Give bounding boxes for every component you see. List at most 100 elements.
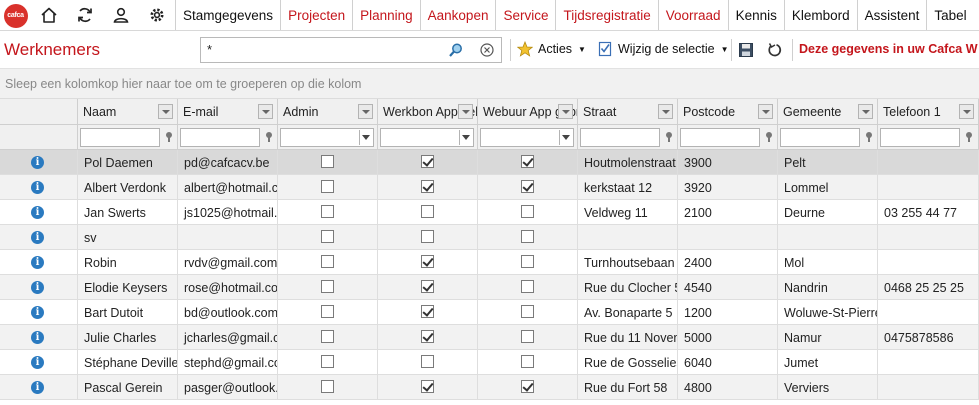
filter-icon[interactable] <box>763 131 775 143</box>
webuur-checkbox[interactable] <box>521 255 534 268</box>
info-icon[interactable]: i <box>31 206 44 219</box>
admin-checkbox[interactable] <box>321 205 334 218</box>
table-row[interactable]: i Stéphane Devillestephd@gmail.com Rue de … <box>0 350 979 375</box>
cell-telefoon[interactable] <box>878 375 979 400</box>
header-telefoon[interactable]: Telefoon 1 <box>878 99 979 125</box>
filter-input[interactable] <box>780 128 860 147</box>
admin-checkbox[interactable] <box>321 180 334 193</box>
cell-email[interactable]: albert@hotmail.com <box>178 175 278 200</box>
column-menu-button[interactable] <box>158 104 173 119</box>
cell-telefoon[interactable] <box>878 250 979 275</box>
cell-telefoon[interactable] <box>878 175 979 200</box>
cell-email[interactable]: rvdv@gmail.com <box>178 250 278 275</box>
column-menu-button[interactable] <box>959 104 974 119</box>
nav-tabel[interactable]: Tabel <box>926 0 973 30</box>
cell-naam[interactable]: Julie Charles <box>78 325 178 350</box>
column-menu-button[interactable] <box>358 104 373 119</box>
filter-select[interactable] <box>380 128 474 147</box>
filter-icon[interactable] <box>863 131 875 143</box>
werkbon-checkbox[interactable] <box>421 205 434 218</box>
column-menu-button[interactable] <box>758 104 773 119</box>
cell-email[interactable]: stephd@gmail.com <box>178 350 278 375</box>
cell-postcode[interactable]: 5000 <box>678 325 778 350</box>
cell-email[interactable]: js1025@hotmail.com <box>178 200 278 225</box>
filter-input[interactable] <box>80 128 160 147</box>
webuur-checkbox[interactable] <box>521 180 534 193</box>
cell-email[interactable]: pd@cafcacv.be <box>178 150 278 175</box>
cell-telefoon[interactable]: 0475878586 <box>878 325 979 350</box>
save-icon[interactable] <box>736 40 756 60</box>
cell-gemeente[interactable]: Lommel <box>778 175 878 200</box>
nav-klembord[interactable]: Klembord <box>783 0 857 30</box>
cell-telefoon[interactable] <box>878 150 979 175</box>
column-menu-button[interactable] <box>258 104 273 119</box>
table-row[interactable]: i Elodie Keysers rose@hotmail.com Rue du Cl… <box>0 275 979 300</box>
webuur-checkbox[interactable] <box>521 305 534 318</box>
cell-gemeente[interactable]: Pelt <box>778 150 878 175</box>
filter-input[interactable] <box>580 128 660 147</box>
table-row[interactable]: i sv <box>0 225 979 250</box>
webuur-checkbox[interactable] <box>521 205 534 218</box>
info-icon[interactable]: i <box>31 381 44 394</box>
cell-postcode[interactable]: 3900 <box>678 150 778 175</box>
table-row[interactable]: i Jan Swertsjs1025@hotmail.com Veldweg 112… <box>0 200 979 225</box>
admin-checkbox[interactable] <box>321 330 334 343</box>
acties-dropdown[interactable]: Acties ▼ <box>517 41 586 57</box>
search-icon[interactable] <box>447 41 465 59</box>
werkbon-checkbox[interactable] <box>421 230 434 243</box>
admin-checkbox[interactable] <box>321 305 334 318</box>
webuur-checkbox[interactable] <box>521 330 534 343</box>
cell-telefoon[interactable] <box>878 350 979 375</box>
undo-icon[interactable] <box>765 40 785 60</box>
werkbon-checkbox[interactable] <box>421 355 434 368</box>
cell-gemeente[interactable]: Jumet <box>778 350 878 375</box>
info-icon[interactable]: i <box>31 156 44 169</box>
info-icon[interactable]: i <box>31 181 44 194</box>
cell-naam[interactable]: Elodie Keysers <box>78 275 178 300</box>
werkbon-checkbox[interactable] <box>421 280 434 293</box>
nav-kennis[interactable]: Kennis <box>727 0 784 30</box>
nav-voorraad[interactable]: Voorraad <box>657 0 728 30</box>
column-menu-button[interactable] <box>558 104 573 119</box>
cell-telefoon[interactable]: 0468 25 25 25 <box>878 275 979 300</box>
cell-naam[interactable]: Stéphane Deville <box>78 350 178 375</box>
clear-search-icon[interactable] <box>478 41 496 59</box>
filter-select[interactable] <box>480 128 574 147</box>
header-admin[interactable]: Admin <box>278 99 378 125</box>
table-row[interactable]: i Robin rvdv@gmail.com Turnhoutsebaan 1 2400… <box>0 250 979 275</box>
admin-checkbox[interactable] <box>321 255 334 268</box>
webuur-checkbox[interactable] <box>521 355 534 368</box>
info-icon[interactable]: i <box>31 281 44 294</box>
header-gemeente[interactable]: Gemeente <box>778 99 878 125</box>
filter-icon[interactable] <box>163 131 175 143</box>
nav-assistent[interactable]: Assistent <box>856 0 927 30</box>
cell-gemeente[interactable] <box>778 225 878 250</box>
cell-naam[interactable]: sv <box>78 225 178 250</box>
info-icon[interactable]: i <box>31 306 44 319</box>
column-menu-button[interactable] <box>658 104 673 119</box>
column-menu-button[interactable] <box>458 104 473 119</box>
cell-straat[interactable]: Rue du Fort 58 <box>578 375 678 400</box>
cell-gemeente[interactable]: Namur <box>778 325 878 350</box>
nav-service[interactable]: Service <box>495 0 555 30</box>
werkbon-checkbox[interactable] <box>421 255 434 268</box>
cell-postcode[interactable]: 1200 <box>678 300 778 325</box>
filter-icon[interactable] <box>663 131 675 143</box>
cell-email[interactable]: jcharles@gmail.com <box>178 325 278 350</box>
cell-naam[interactable]: Albert Verdonk <box>78 175 178 200</box>
cell-straat[interactable] <box>578 225 678 250</box>
admin-checkbox[interactable] <box>321 355 334 368</box>
cell-naam[interactable]: Bart Dutoit <box>78 300 178 325</box>
header-email[interactable]: E-mail <box>178 99 278 125</box>
table-row[interactable]: i Pol Daemen pd@cafcacv.be Houtmolenstraat 3… <box>0 150 979 175</box>
nav-planning[interactable]: Planning <box>352 0 420 30</box>
column-menu-button[interactable] <box>858 104 873 119</box>
werkbon-checkbox[interactable] <box>421 180 434 193</box>
search-input[interactable]: * <box>200 37 502 63</box>
info-icon[interactable]: i <box>31 356 44 369</box>
cell-email[interactable] <box>178 225 278 250</box>
admin-checkbox[interactable] <box>321 280 334 293</box>
cell-straat[interactable]: Veldweg 11 <box>578 200 678 225</box>
cell-postcode[interactable]: 2100 <box>678 200 778 225</box>
cell-naam[interactable]: Pascal Gerein <box>78 375 178 400</box>
